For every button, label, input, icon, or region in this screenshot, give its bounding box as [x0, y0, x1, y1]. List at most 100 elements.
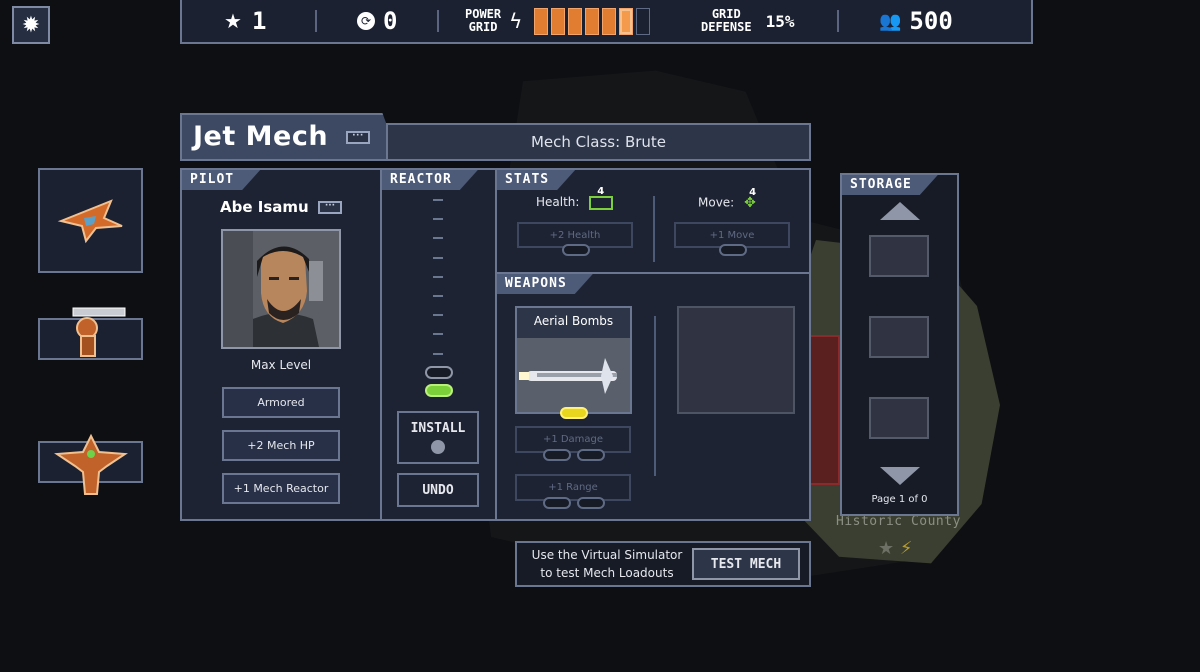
- weapon-name: Aerial Bombs: [533, 314, 614, 328]
- simulator-text-line-2: to test Mech Loadouts: [540, 566, 674, 580]
- settings-button[interactable]: ✹: [12, 6, 50, 44]
- aerial-bombs-icon: [519, 358, 617, 394]
- divider: [437, 10, 439, 32]
- power-grid-bar-filled: [619, 7, 634, 35]
- reputation-value: 0: [383, 7, 398, 35]
- weapons-divider: [654, 316, 656, 476]
- range-upgrade-pill-1: [543, 497, 571, 509]
- power-grid-bar-empty: [636, 7, 651, 35]
- divider: [315, 10, 317, 32]
- storage-slot-1[interactable]: [869, 235, 929, 277]
- undo-button[interactable]: UNDO: [397, 473, 479, 507]
- people-icon: 👥: [879, 10, 902, 32]
- test-mech-button[interactable]: TEST MECH: [692, 548, 800, 580]
- stars-counter: ★ 1: [224, 0, 266, 42]
- storage-page-label: Page 1 of 0: [871, 494, 928, 505]
- grid-defense-value: 15%: [765, 11, 795, 31]
- move-value: 4: [749, 187, 757, 198]
- stats-divider: [653, 196, 655, 262]
- simulator-panel: Use the Virtual Simulator to test Mech L…: [515, 541, 811, 587]
- storage-slot-2[interactable]: [869, 316, 929, 358]
- mech-title: Jet Mech ···: [193, 121, 370, 152]
- mech-slot-combat[interactable]: [38, 433, 143, 495]
- storage-slot-3[interactable]: [869, 397, 929, 439]
- rename-mech-button[interactable]: ···: [345, 131, 370, 144]
- weapon-slot-empty[interactable]: [677, 306, 795, 414]
- stars-value: 1: [251, 7, 267, 35]
- top-resource-bar: ★ 1 ⟳ 0 POWER GRID ϟ GRID DEFENSE 15% 👥 …: [180, 0, 1033, 44]
- weapon-power-pill: [560, 407, 588, 419]
- power-grid-bar-filled: [534, 7, 549, 35]
- reputation-counter: ⟳ 0: [357, 0, 397, 42]
- power-grid-bars: [534, 7, 651, 35]
- move-label: Move:: [698, 195, 735, 210]
- weapon-upgrade-damage[interactable]: +1 Damage: [515, 426, 631, 453]
- health-stat: Health: 4: [536, 186, 614, 210]
- jet-mech-icon: [57, 198, 122, 243]
- range-upgrade-pill-2: [577, 497, 605, 509]
- grid-defense-label: GRID DEFENSE: [701, 7, 752, 34]
- mech-slot-jet[interactable]: [38, 168, 143, 273]
- weapon-image: [517, 338, 630, 412]
- reactor-panel: [380, 168, 497, 521]
- health-label: Health:: [536, 195, 580, 209]
- star-icon: ★: [224, 9, 242, 33]
- power-grid-bar-filled: [585, 7, 600, 35]
- pilot-skill-armored[interactable]: Armored: [222, 387, 340, 418]
- artillery-mech-icon: [72, 307, 125, 357]
- move-stat: Move: ✥ 4: [698, 187, 764, 211]
- pilot-level: Max Level: [250, 358, 312, 372]
- combat-mech-icon: [53, 433, 128, 495]
- pilot-skill-mech-reactor[interactable]: +1 Mech Reactor: [222, 473, 340, 504]
- install-button[interactable]: INSTALL: [397, 411, 479, 464]
- people-counter: 👥 500: [879, 0, 953, 42]
- reactor-tick: [433, 218, 443, 221]
- map-region-label: Historic County: [836, 514, 961, 529]
- storage-down-button[interactable]: [880, 467, 920, 485]
- divider: [837, 10, 839, 32]
- health-icon: 4: [589, 186, 614, 210]
- power-grid-bar-filled: [602, 7, 617, 35]
- health-upgrade-pill: [562, 244, 590, 256]
- grid-defense: GRID DEFENSE 15%: [701, 0, 794, 42]
- bolt-icon: ⚡: [899, 538, 913, 559]
- storage-up-button[interactable]: [880, 202, 920, 220]
- bolt-icon: ϟ: [509, 9, 523, 33]
- mech-name: Jet Mech: [193, 121, 329, 152]
- people-value: 500: [909, 7, 953, 35]
- power-grid-bar-filled: [551, 7, 566, 35]
- move-upgrade-pill: [719, 244, 747, 256]
- weapon-upgrade-range[interactable]: +1 Range: [515, 474, 631, 501]
- mech-class-header: Mech Class: Brute: [386, 123, 811, 161]
- gear-icon: ✹: [21, 12, 41, 38]
- power-grid-label: POWER GRID: [465, 7, 502, 34]
- damage-upgrade-pill-2: [577, 449, 605, 461]
- star-icon: ★: [878, 538, 895, 559]
- reactor-slot-empty: [425, 366, 453, 379]
- pilot-skill-mech-hp[interactable]: +2 Mech HP: [222, 430, 340, 461]
- pilot-name: Abe Isamu: [220, 198, 309, 216]
- simulator-text-line-1: Use the Virtual Simulator: [531, 548, 683, 562]
- pilot-name-row: Abe Isamu ···: [182, 198, 380, 216]
- pilot-portrait[interactable]: [221, 229, 341, 349]
- reactor-tick: [433, 352, 443, 355]
- reactor-tick: [433, 295, 443, 297]
- reactor-tick: [433, 333, 443, 336]
- weapon-card[interactable]: Aerial Bombs: [515, 306, 632, 414]
- rename-pilot-button[interactable]: ···: [317, 201, 342, 214]
- install-label: INSTALL: [410, 421, 466, 436]
- mech-slot-artillery[interactable]: [38, 307, 143, 360]
- power-grid: POWER GRID ϟ: [465, 0, 651, 42]
- move-icon: ✥ 4: [744, 187, 757, 211]
- health-value: 4: [597, 185, 605, 197]
- damage-upgrade-pill-1: [543, 449, 571, 461]
- reactor-tick: [433, 314, 443, 317]
- pilot-portrait-image: [223, 231, 339, 347]
- simulator-text: Use the Virtual Simulator to test Mech L…: [523, 546, 691, 582]
- mech-class-label: Mech Class: Brute: [530, 133, 667, 151]
- reactor-tick: [433, 256, 443, 259]
- reputation-icon: ⟳: [357, 12, 375, 30]
- reactor-tick: [433, 275, 443, 278]
- map-region-icons: ★ ⚡: [878, 538, 913, 559]
- reactor-slot-active: [425, 384, 453, 397]
